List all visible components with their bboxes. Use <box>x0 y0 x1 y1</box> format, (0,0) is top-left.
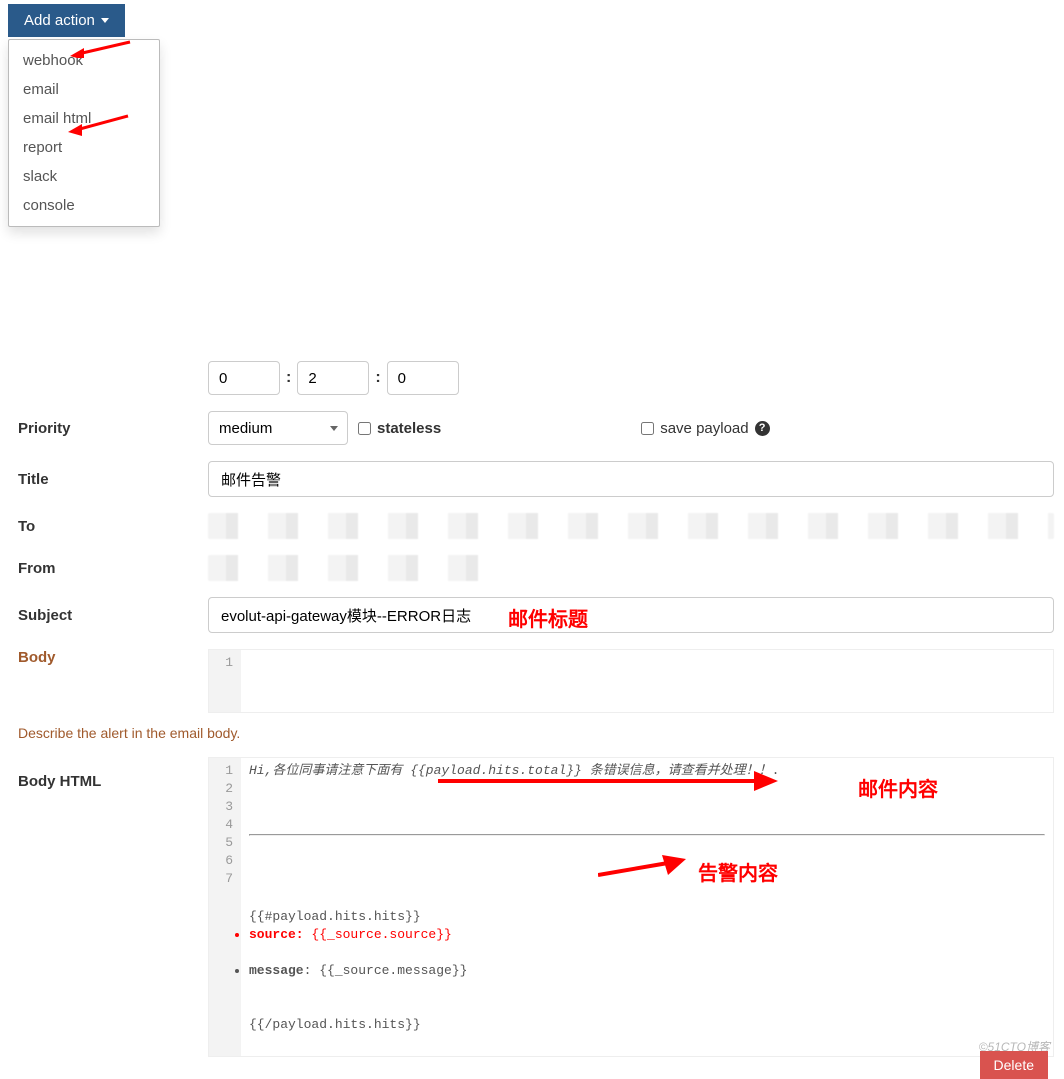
add-action-label: Add action <box>24 12 95 29</box>
to-input-redacted[interactable] <box>208 513 1054 539</box>
stateless-wrap[interactable]: stateless <box>358 420 441 437</box>
add-action-menu: webhook email email html report slack co… <box>8 39 160 227</box>
body-label: Body <box>18 649 198 666</box>
time-hours-input[interactable] <box>208 361 280 395</box>
to-label: To <box>18 518 198 535</box>
body-html-gutter: 1 2 3 4 5 6 7 <box>209 758 241 1056</box>
save-payload-label: save payload <box>660 420 748 437</box>
body-html-label: Body HTML <box>18 757 198 790</box>
save-payload-wrap[interactable]: save payload ? <box>641 420 769 437</box>
menu-item-email-html[interactable]: email html <box>9 104 159 133</box>
priority-label: Priority <box>18 420 198 437</box>
priority-select[interactable]: medium <box>208 411 348 445</box>
body-html-editor[interactable]: 1 2 3 4 5 6 7 Hi,各位同事请注意下面有 {{payload.hi… <box>208 757 1054 1057</box>
time-sep-2: : <box>375 369 380 387</box>
body-gutter: 1 <box>209 650 241 712</box>
title-input[interactable] <box>208 461 1054 497</box>
body-html-content[interactable]: Hi,各位同事请注意下面有 {{payload.hits.total}} 条错误… <box>241 758 1053 1056</box>
add-action-button[interactable]: Add action <box>8 4 125 37</box>
stateless-checkbox[interactable] <box>358 422 371 435</box>
title-label: Title <box>18 471 198 488</box>
subject-label: Subject <box>18 607 198 624</box>
menu-item-slack[interactable]: slack <box>9 162 159 191</box>
save-payload-checkbox[interactable] <box>641 422 654 435</box>
menu-item-console[interactable]: console <box>9 191 159 220</box>
menu-item-webhook[interactable]: webhook <box>9 46 159 75</box>
caret-down-icon <box>101 18 109 23</box>
from-input-redacted[interactable] <box>208 555 508 581</box>
body-content[interactable] <box>241 650 1053 712</box>
time-seconds-input[interactable] <box>387 361 459 395</box>
time-minutes-input[interactable] <box>297 361 369 395</box>
menu-item-email[interactable]: email <box>9 75 159 104</box>
time-sep-1: : <box>286 369 291 387</box>
subject-input[interactable] <box>208 597 1054 633</box>
menu-item-report[interactable]: report <box>9 133 159 162</box>
body-editor[interactable]: 1 <box>208 649 1054 713</box>
help-icon[interactable]: ? <box>755 421 770 436</box>
stateless-label: stateless <box>377 420 441 437</box>
delete-button[interactable]: Delete <box>980 1051 1048 1079</box>
from-label: From <box>18 560 198 577</box>
